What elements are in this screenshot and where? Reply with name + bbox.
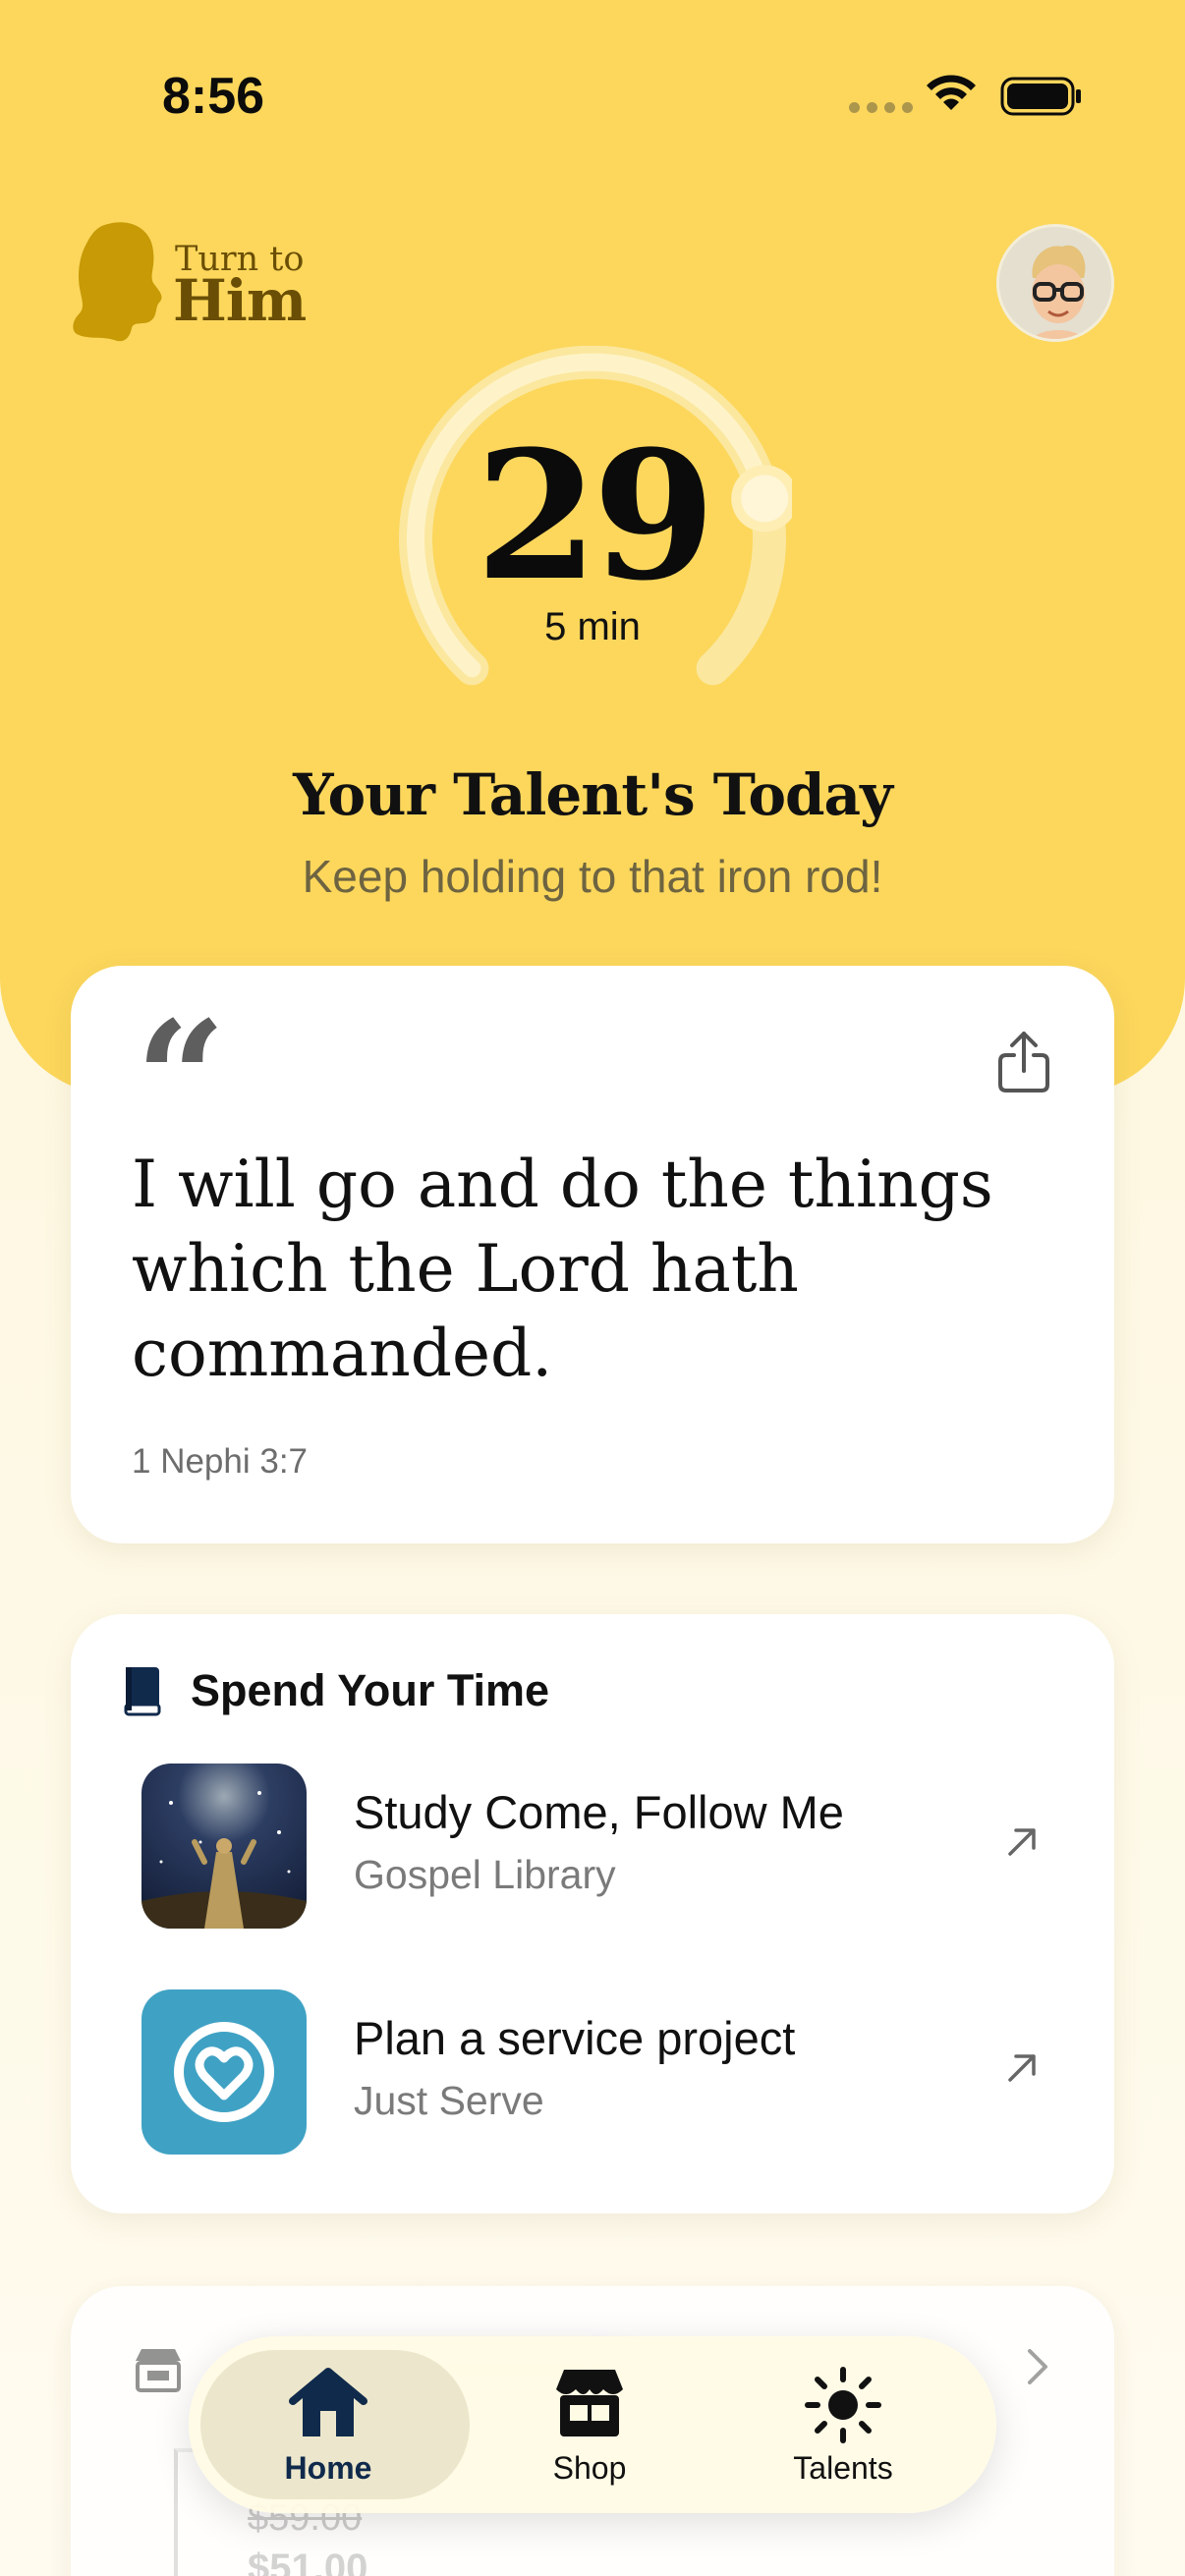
sun-icon (805, 2367, 881, 2443)
house-icon (289, 2368, 367, 2436)
chevron-right-icon (1028, 2349, 1047, 2384)
profile-avatar[interactable] (996, 224, 1114, 342)
external-link-arrow-icon (1008, 1828, 1036, 1856)
item-subtitle: Just Serve (354, 2078, 544, 2123)
book-icon (124, 1667, 161, 1716)
spend-time-header: Spend Your Time (122, 1665, 549, 1716)
item-title: Study Come, Follow Me (354, 1786, 844, 1838)
tab-talents[interactable]: Talents (715, 2336, 971, 2513)
spend-time-card: Spend Your Time Study Come, Follow Me Go… (71, 1614, 1114, 2213)
quote-card: “ I will go and do the things which the … (71, 966, 1114, 1543)
app-logo: Turn to Him (69, 218, 324, 346)
quote-mark-icon: “ (136, 986, 227, 1171)
list-item-come-follow-me[interactable]: Study Come, Follow Me Gospel Library (141, 1764, 1045, 1929)
storefront-icon (136, 2349, 181, 2392)
share-icon[interactable] (996, 1030, 1051, 1094)
price-sale: $51.00 (248, 2547, 368, 2576)
just-serve-thumbnail (141, 1989, 307, 2155)
cellular-signal-icon (849, 102, 913, 113)
wifi-icon (927, 75, 976, 110)
tab-home[interactable]: Home (200, 2336, 456, 2513)
spend-time-title: Spend Your Time (191, 1665, 550, 1715)
come-follow-me-thumbnail (141, 1764, 307, 1929)
talent-title: Your Talent's Today (293, 761, 893, 828)
tab-label: Home (284, 2450, 372, 2486)
starry-sky-figure-icon (141, 1764, 307, 1929)
external-link-arrow-icon (1008, 2054, 1036, 2082)
quote-text: I will go and do the things which the Lo… (132, 1147, 993, 1391)
battery-icon (1000, 77, 1081, 116)
talent-count: 29 (475, 413, 716, 620)
talent-subtitle: Keep holding to that iron rod! (302, 851, 883, 902)
tab-label: Shop (552, 2450, 627, 2486)
tab-shop[interactable]: Shop (462, 2336, 717, 2513)
status-time: 8:56 (162, 68, 265, 125)
quote-reference: 1 Nephi 3:7 (132, 1442, 309, 1481)
list-item-service-project[interactable]: Plan a service project Just Serve (141, 1989, 1045, 2155)
christ-silhouette-icon (73, 222, 162, 342)
tab-bar: Home Shop Talents (189, 2336, 996, 2513)
item-subtitle: Gospel Library (354, 1852, 616, 1897)
tab-label: Talents (793, 2450, 893, 2486)
logo-line2: Him (173, 267, 307, 334)
storefront-icon (556, 2370, 623, 2436)
just-serve-heart-icon (174, 2022, 274, 2122)
screen: 8:56 Turn to Him 29 5 min Your Talent's … (0, 0, 1185, 2576)
item-title: Plan a service project (354, 2012, 796, 2064)
minutes-label: 5 min (544, 605, 641, 648)
